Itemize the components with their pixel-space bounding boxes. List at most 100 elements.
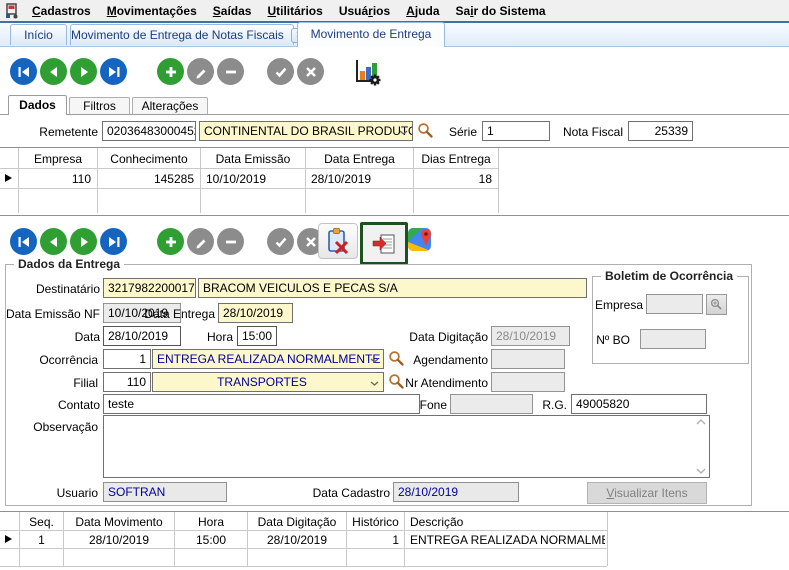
prior-occurrence-button[interactable] xyxy=(40,228,67,255)
last-record-button[interactable] xyxy=(100,58,127,85)
bo-empresa-label: Empresa xyxy=(595,298,643,312)
cell-data-emissao: 10/10/2019 xyxy=(206,170,304,188)
rg-input[interactable]: 49005820 xyxy=(571,394,707,414)
ocorrencia-search-icon[interactable] xyxy=(388,350,405,367)
contato-input[interactable]: teste xyxy=(103,394,420,414)
first-record-button[interactable] xyxy=(10,58,37,85)
visualizar-itens-button[interactable]: Visualizar Itens xyxy=(587,482,707,504)
tab-movimento-entrega-notas-fiscais[interactable]: Movimento de Entrega de Notas Fiscais✕ xyxy=(70,24,294,45)
next-occurrence-button[interactable] xyxy=(70,228,97,255)
col-data-emissao: Data Emissão xyxy=(201,150,305,168)
remetente-name-combo[interactable]: CONTINENTAL DO BRASIL PRODUTOS A xyxy=(199,121,413,141)
observacao-label: Observação xyxy=(33,420,98,434)
data-input[interactable]: 28/10/2019 xyxy=(103,326,181,346)
cell-data-digitacao: 28/10/2019 xyxy=(248,531,346,549)
row-marker-icon xyxy=(5,535,12,543)
row-marker-icon xyxy=(5,174,12,182)
filial-search-icon[interactable] xyxy=(388,373,405,390)
rg-label: R.G. xyxy=(542,398,567,412)
destinatario-code-input[interactable]: 32179822000178 xyxy=(103,278,196,298)
cancel-button[interactable] xyxy=(297,58,324,85)
cancel-occurrence-button[interactable] xyxy=(318,223,358,259)
nota-fiscal-input[interactable]: 25339 xyxy=(628,121,693,141)
data-entrega-input[interactable]: 28/10/2019 xyxy=(218,303,293,323)
menu-saidas[interactable]: Saídas xyxy=(205,4,260,18)
next-record-button[interactable] xyxy=(70,58,97,85)
destinatario-name-input[interactable]: BRACOM VEICULOS E PECAS S/A xyxy=(198,278,587,298)
fone-label: Fone xyxy=(420,398,447,412)
observacao-textarea[interactable] xyxy=(103,415,710,478)
pencil-icon xyxy=(194,235,208,249)
col-data-entrega: Data Entrega xyxy=(306,150,413,168)
insert-record-button[interactable] xyxy=(157,58,184,85)
hora-input[interactable]: 15:00 xyxy=(237,326,277,346)
subtab-filtros[interactable]: Filtros xyxy=(69,97,130,114)
cell-data-movimento: 28/10/2019 xyxy=(64,531,174,549)
cell-empresa: 110 xyxy=(19,170,91,188)
cell-data-entrega: 28/10/2019 xyxy=(311,170,411,188)
first-occurrence-button[interactable] xyxy=(10,228,37,255)
last-icon xyxy=(107,235,121,249)
menu-utilitarios[interactable]: Utilitários xyxy=(259,4,330,18)
boletim-de-ocorrencia-groupbox: Boletim de Ocorrência xyxy=(592,276,749,364)
data-cadastro-label: Data Cadastro xyxy=(313,486,390,500)
serie-input[interactable]: 1 xyxy=(482,121,550,141)
edit-record-button[interactable] xyxy=(187,58,214,85)
bo-empresa-field xyxy=(646,294,703,314)
edit-occurrence-button[interactable] xyxy=(187,228,214,255)
filial-label: Filial xyxy=(73,376,98,390)
col-data-movimento: Data Movimento xyxy=(64,513,174,531)
data-emissao-nf-label: Data Emissão NF xyxy=(6,307,100,321)
map-location-button[interactable] xyxy=(407,225,435,256)
menu-ajuda[interactable]: Ajuda xyxy=(398,4,447,18)
filial-code-input[interactable]: 110 xyxy=(103,372,151,392)
ocorrencia-combo[interactable]: ENTREGA REALIZADA NORMALMENTE xyxy=(152,349,384,369)
last-occurrence-button[interactable] xyxy=(100,228,127,255)
menu-sair-do-sistema[interactable]: Sair do Sistema xyxy=(448,4,554,18)
scroll-up-icon[interactable] xyxy=(696,419,706,425)
chart-settings-button[interactable] xyxy=(352,57,382,90)
plus-icon xyxy=(164,235,178,249)
menu-bar: Cadastros Movimentações Saídas Utilitári… xyxy=(0,0,789,21)
remetente-search-icon[interactable] xyxy=(417,122,434,139)
data-entrega-label: Data Entrega xyxy=(144,307,215,321)
menu-movimentacoes[interactable]: Movimentações xyxy=(99,4,205,18)
chevron-down-icon xyxy=(399,130,408,135)
tab-movimento-de-entrega[interactable]: Movimento de Entrega xyxy=(297,22,445,47)
chart-gear-icon xyxy=(352,57,382,87)
import-occurrence-button[interactable] xyxy=(360,222,408,265)
map-pin-icon xyxy=(407,225,435,253)
scroll-down-icon[interactable] xyxy=(696,468,706,474)
col-empresa: Empresa xyxy=(19,150,97,168)
prior-record-button[interactable] xyxy=(40,58,67,85)
first-icon xyxy=(17,235,31,249)
last-icon xyxy=(107,65,121,79)
tab-inicio[interactable]: Início xyxy=(10,24,67,45)
subtab-alteracoes[interactable]: Alterações xyxy=(132,97,208,114)
menu-usuarios[interactable]: Usuários xyxy=(331,4,398,18)
menu-cadastros[interactable]: Cadastros xyxy=(24,4,99,18)
document-tab-strip: Início Movimento de Entrega de Notas Fis… xyxy=(0,23,789,47)
delete-occurrence-button[interactable] xyxy=(217,228,244,255)
cell-hora: 15:00 xyxy=(175,531,247,549)
pencil-icon xyxy=(194,65,208,79)
subtab-dados[interactable]: Dados xyxy=(8,95,67,115)
app-window: Cadastros Movimentações Saídas Utilitári… xyxy=(0,0,789,570)
data-cadastro-field: 28/10/2019 xyxy=(393,482,519,502)
bo-empresa-search-button[interactable] xyxy=(706,294,727,315)
delete-record-button[interactable] xyxy=(217,58,244,85)
next-icon xyxy=(77,65,91,79)
insert-occurrence-button[interactable] xyxy=(157,228,184,255)
cell-seq: 1 xyxy=(20,531,63,549)
boletim-de-ocorrencia-title: Boletim de Ocorrência xyxy=(601,269,737,283)
x-icon xyxy=(304,65,318,79)
col-hora: Hora xyxy=(175,513,247,531)
confirm-button[interactable] xyxy=(267,58,294,85)
cell-conhecimento: 145285 xyxy=(98,170,194,188)
plus-icon xyxy=(164,65,178,79)
remetente-code-input[interactable]: 02036483000452 xyxy=(102,121,196,141)
ocorrencia-code-input[interactable]: 1 xyxy=(103,349,151,369)
check-icon xyxy=(274,235,288,249)
filial-combo[interactable]: TRANSPORTES xyxy=(152,372,384,392)
confirm-occurrence-button[interactable] xyxy=(267,228,294,255)
